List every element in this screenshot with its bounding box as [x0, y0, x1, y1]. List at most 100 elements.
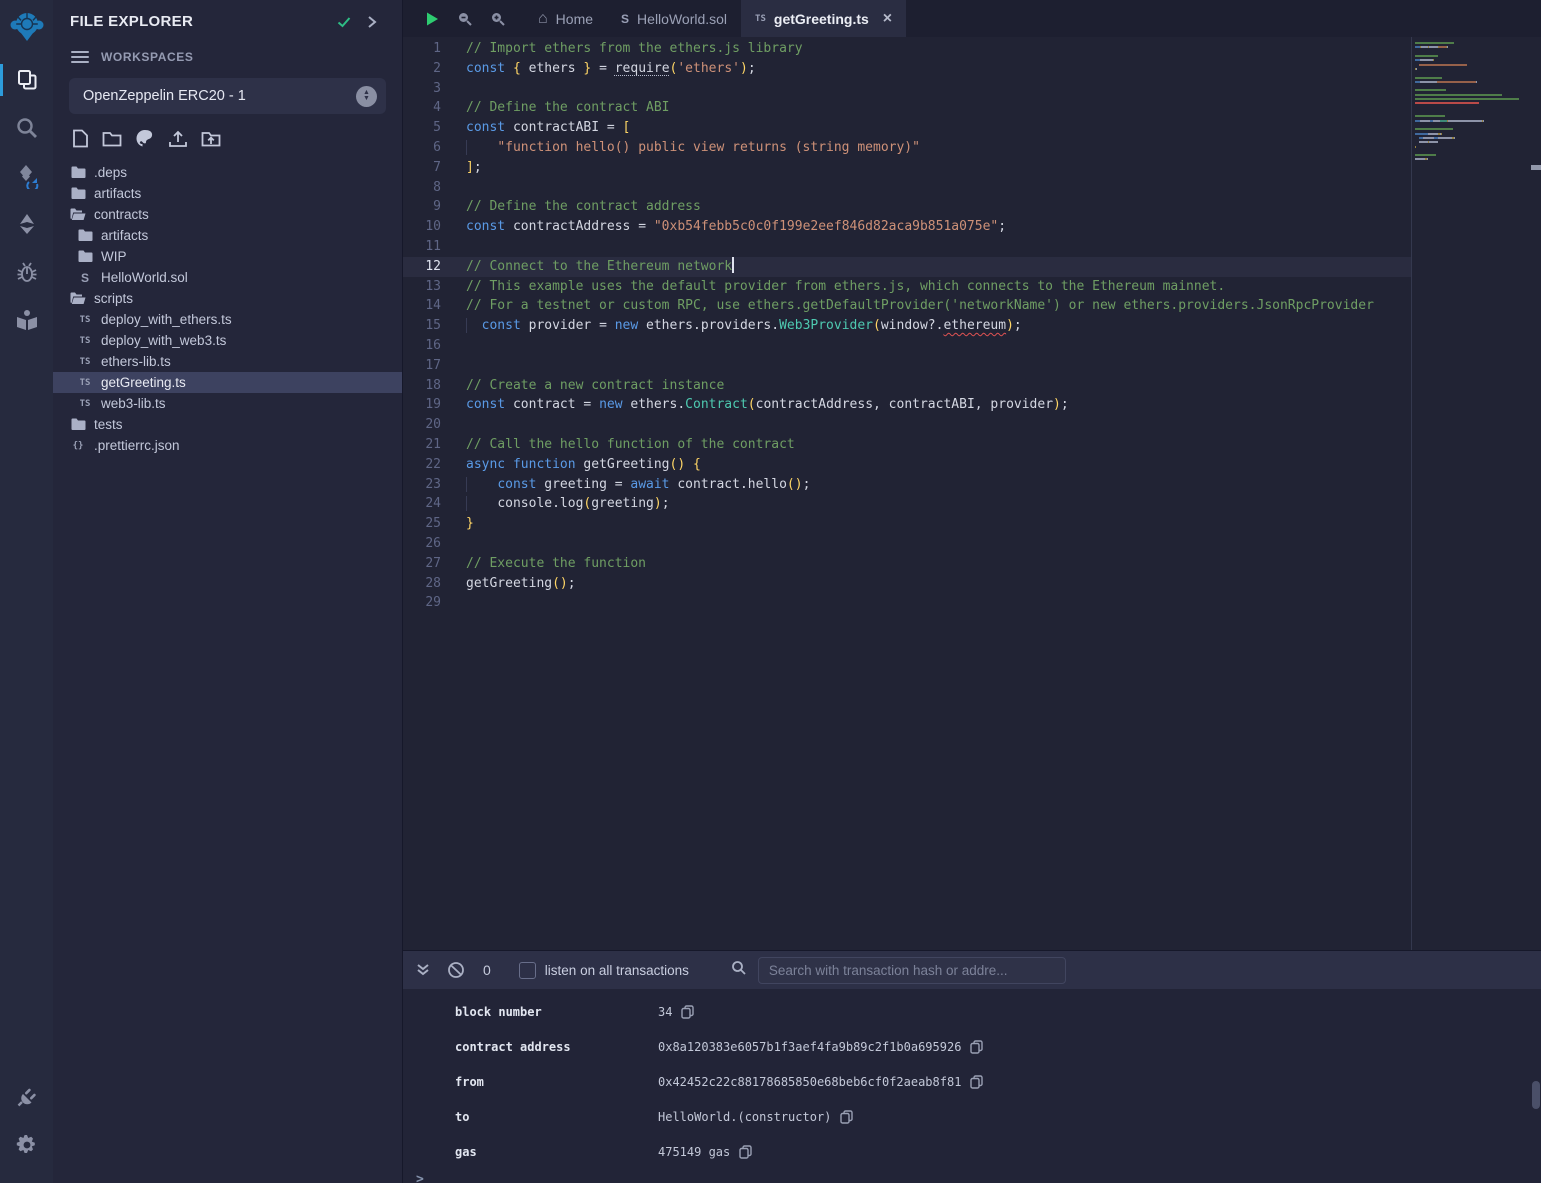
copy-icon[interactable] [970, 1075, 983, 1089]
code-line-13[interactable]: 13// This example uses the default provi… [403, 277, 1411, 297]
github-icon[interactable] [135, 129, 155, 148]
new-folder-icon[interactable] [102, 129, 122, 148]
terminal-prompt-row[interactable]: > [403, 1169, 1541, 1183]
minimap-line [1415, 128, 1531, 130]
file-tree-item-wip[interactable]: WIP [53, 246, 402, 267]
copy-icon[interactable] [970, 1040, 983, 1054]
settings-icon[interactable] [0, 1121, 53, 1169]
code-line-7[interactable]: 7]; [403, 158, 1411, 178]
file-tree-item-contracts[interactable]: contracts [53, 204, 402, 225]
minimap-line [1415, 51, 1531, 53]
code-line-8[interactable]: 8 [403, 178, 1411, 198]
clear-console-icon[interactable] [447, 961, 465, 979]
line-number: 10 [403, 217, 466, 237]
file-tree-item-web3-lib-ts[interactable]: TSweb3-lib.ts [53, 393, 402, 414]
tab-getgreeting-ts[interactable]: TSgetGreeting.ts× [741, 0, 906, 37]
zoom-in-icon[interactable] [481, 0, 514, 37]
code-line-10[interactable]: 10const contractAddress = "0xb54febb5c0c… [403, 217, 1411, 237]
code-line-12[interactable]: 12// Connect to the Ethereum network [403, 257, 1411, 277]
file-tree: .depsartifactscontractsartifactsWIPSHell… [53, 162, 402, 456]
code-line-17[interactable]: 17 [403, 356, 1411, 376]
workspace-stepper-icon[interactable]: ▲▼ [356, 86, 377, 107]
code-line-26[interactable]: 26 [403, 534, 1411, 554]
typescript-file-icon: TS [77, 315, 93, 325]
collapse-icon[interactable] [416, 963, 430, 977]
terminal-row-to: toHelloWorld.(constructor) [403, 1099, 1541, 1134]
workspaces-label: WORKSPACES [101, 50, 193, 64]
code-editor[interactable]: 1// Import ethers from the ethers.js lib… [403, 37, 1541, 950]
code-line-19[interactable]: 19const contract = new ethers.Contract(c… [403, 395, 1411, 415]
zoom-out-icon[interactable] [448, 0, 481, 37]
code-line-9[interactable]: 9// Define the contract address [403, 197, 1411, 217]
code-area[interactable]: 1// Import ethers from the ethers.js lib… [403, 37, 1411, 950]
file-tree-item-getgreeting-ts[interactable]: TSgetGreeting.ts [53, 372, 402, 393]
copy-icon[interactable] [681, 1005, 694, 1019]
file-tree-item--prettierrc-json[interactable]: {}.prettierrc.json [53, 435, 402, 456]
overview-ruler[interactable] [1531, 37, 1541, 950]
file-tree-item-deploy-with-ethers-ts[interactable]: TSdeploy_with_ethers.ts [53, 309, 402, 330]
file-tree-item-deploy-with-web3-ts[interactable]: TSdeploy_with_web3.ts [53, 330, 402, 351]
run-script-icon[interactable] [415, 0, 448, 37]
file-explorer-icon[interactable] [0, 56, 53, 104]
code-line-3[interactable]: 3 [403, 79, 1411, 99]
code-line-22[interactable]: 22async function getGreeting() { [403, 455, 1411, 475]
minimap[interactable] [1411, 37, 1531, 950]
minimap-line [1415, 72, 1531, 74]
debugger-icon[interactable] [0, 248, 53, 296]
workspaces-menu-icon[interactable] [71, 48, 89, 66]
file-explorer-panel: FILE EXPLORER WORKSPACES OpenZeppelin ER… [53, 0, 403, 1183]
file-tree-item-artifacts[interactable]: artifacts [53, 225, 402, 246]
solidity-compiler-icon[interactable] [0, 152, 53, 200]
learneth-icon[interactable] [0, 296, 53, 344]
upload-folder-icon[interactable] [201, 129, 221, 148]
file-tree-item-tests[interactable]: tests [53, 414, 402, 435]
terminal-scrollbar[interactable] [1532, 1081, 1540, 1109]
plugin-manager-icon[interactable] [0, 1073, 53, 1121]
code-line-14[interactable]: 14// For a testnet or custom RPC, use et… [403, 296, 1411, 316]
code-line-18[interactable]: 18// Create a new contract instance [403, 376, 1411, 396]
line-number: 1 [403, 39, 466, 59]
listen-transactions-label[interactable]: listen on all transactions [545, 963, 689, 978]
code-line-20[interactable]: 20 [403, 415, 1411, 435]
code-line-28[interactable]: 28getGreeting(); [403, 574, 1411, 594]
file-tree-item-helloworld-sol[interactable]: SHelloWorld.sol [53, 267, 402, 288]
new-file-icon[interactable] [72, 129, 89, 148]
code-line-25[interactable]: 25} [403, 514, 1411, 534]
search-icon[interactable] [0, 104, 53, 152]
code-line-1[interactable]: 1// Import ethers from the ethers.js lib… [403, 39, 1411, 59]
terminal-search-input[interactable] [758, 957, 1066, 984]
listen-transactions-checkbox[interactable] [519, 962, 536, 979]
terminal-body[interactable]: block number34contract address0x8a120383… [403, 989, 1541, 1183]
line-number: 5 [403, 118, 466, 138]
code-text: const contract = new ethers.Contract(con… [466, 395, 1069, 415]
chevron-right-icon[interactable] [358, 15, 386, 29]
file-tree-item-scripts[interactable]: scripts [53, 288, 402, 309]
file-tree-item-artifacts[interactable]: artifacts [53, 183, 402, 204]
code-line-15[interactable]: 15 const provider = new ethers.providers… [403, 316, 1411, 336]
code-line-5[interactable]: 5const contractABI = [ [403, 118, 1411, 138]
code-line-6[interactable]: 6 "function hello() public view returns … [403, 138, 1411, 158]
code-line-16[interactable]: 16 [403, 336, 1411, 356]
code-line-29[interactable]: 29 [403, 593, 1411, 613]
remix-logo[interactable] [0, 0, 53, 56]
code-line-21[interactable]: 21// Call the hello function of the cont… [403, 435, 1411, 455]
copy-icon[interactable] [840, 1110, 853, 1124]
code-line-11[interactable]: 11 [403, 237, 1411, 257]
deploy-run-icon[interactable] [0, 200, 53, 248]
minimap-line [1415, 77, 1531, 79]
workspace-select[interactable]: OpenZeppelin ERC20 - 1 ▲▼ [69, 78, 386, 114]
code-line-23[interactable]: 23 const greeting = await contract.hello… [403, 475, 1411, 495]
code-line-27[interactable]: 27// Execute the function [403, 554, 1411, 574]
code-line-4[interactable]: 4// Define the contract ABI [403, 98, 1411, 118]
close-icon[interactable]: × [883, 11, 892, 27]
code-line-2[interactable]: 2const { ethers } = require('ethers'); [403, 59, 1411, 79]
copy-icon[interactable] [739, 1145, 752, 1159]
tab-home[interactable]: ⌂Home [524, 0, 607, 37]
upload-icon[interactable] [168, 129, 188, 148]
tab-helloworld-sol[interactable]: SHelloWorld.sol [607, 0, 741, 37]
file-tree-item-ethers-lib-ts[interactable]: TSethers-lib.ts [53, 351, 402, 372]
file-tree-item--deps[interactable]: .deps [53, 162, 402, 183]
code-line-24[interactable]: 24 console.log(greeting); [403, 494, 1411, 514]
check-icon[interactable] [330, 14, 358, 30]
code-text: // Connect to the Ethereum network [466, 257, 734, 277]
